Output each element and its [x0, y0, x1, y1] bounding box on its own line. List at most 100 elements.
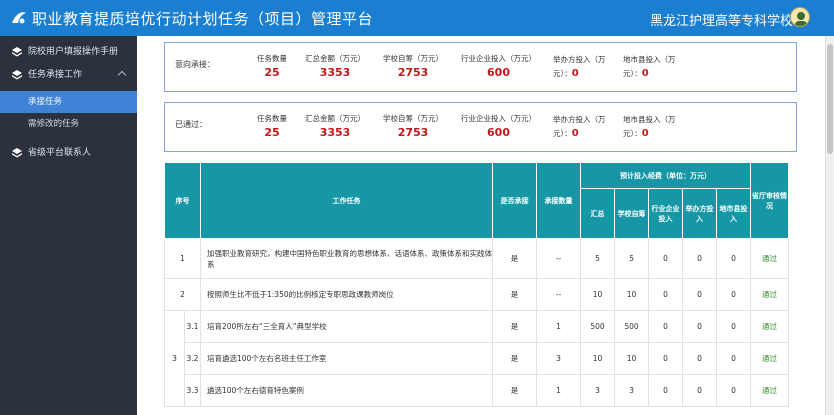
cell-local: 0	[716, 278, 751, 311]
cell-no: 2	[164, 278, 201, 311]
cell-local: 0	[716, 342, 751, 375]
cell-industry: 0	[648, 374, 683, 407]
cell-school: 10	[614, 278, 649, 311]
stat-local: 地市县投入（万元）：0	[623, 115, 676, 139]
cell-industry: 0	[648, 238, 683, 279]
cell-total: 10	[580, 342, 615, 375]
cell-task: 遴选100个左右德育特色案例	[200, 374, 493, 407]
cell-review: 通过	[750, 374, 789, 407]
cell-task: 加强职业教育研究，构建中国特色职业教育的思想体系、话语体系、政策体系和实践体系	[200, 238, 493, 279]
scrollbar[interactable]	[825, 36, 834, 415]
cell-accept: 是	[492, 278, 537, 311]
sidebar-item-manual[interactable]: 院校用户填报操作手册	[0, 40, 137, 64]
cell-review: 通过	[750, 342, 789, 375]
cell-review: 通过	[750, 278, 789, 311]
col-header-no: 序号	[164, 162, 201, 239]
stat-industry: 行业企业投入（万元） 600	[461, 54, 536, 79]
layers-icon	[12, 47, 22, 57]
sidebar-item-contact[interactable]: 省级平台联系人	[0, 141, 137, 165]
cell-subno: 3.1	[184, 310, 201, 343]
col-header-count: 承接数量	[536, 162, 581, 239]
sidebar-subitem-label: 承接任务	[28, 97, 63, 107]
cell-accept: 是	[492, 342, 537, 375]
col-header-budget: 预计投入经费（单位：万元）	[580, 162, 751, 189]
layers-icon	[12, 148, 22, 158]
cell-sponsor: 0	[682, 278, 717, 311]
cell-industry: 0	[648, 342, 683, 375]
cell-school: 5	[614, 238, 649, 279]
cell-no: 3	[164, 310, 185, 407]
task-table: 序号 工作任务 是否承接 承接数量 预计投入经费（单位：万元） 省厅审核情况 汇…	[164, 162, 789, 407]
cell-local: 0	[716, 238, 751, 279]
summary-passed: 已通过： 任务数量 25 汇总金额（万元） 3353 学校自筹（万元） 2753 行业…	[164, 102, 797, 152]
stat-industry: 行业企业投入（万元） 600	[461, 114, 536, 139]
stat-school: 学校自筹（万元） 2753	[383, 114, 443, 139]
sidebar-subitem-label: 需修改的任务	[28, 119, 80, 129]
cell-school: 500	[614, 310, 649, 343]
sidebar-item-label: 院校用户填报操作手册	[28, 47, 119, 57]
table-row: 3.3 遴选100个左右德育特色案例 是 1 3 3 0 0 0 通过	[165, 374, 789, 407]
col-header-review: 省厅审核情况	[750, 162, 789, 239]
stat-total: 汇总金额（万元） 3353	[305, 114, 365, 139]
stat-sponsor: 举办方投入（万元）：0	[553, 115, 606, 139]
sidebar-item-tasks[interactable]: 任务承接工作	[0, 63, 137, 87]
cell-count: --	[536, 278, 581, 311]
cell-accept: 是	[492, 374, 537, 407]
cell-accept: 是	[492, 238, 537, 279]
col-header-school: 学校自筹	[614, 188, 649, 239]
summary-label: 已通过：	[175, 120, 207, 129]
col-header-industry: 行业企业投入	[648, 188, 683, 239]
cell-total: 3	[580, 374, 615, 407]
sidebar-subitem-revise-task[interactable]: 需修改的任务	[0, 113, 137, 135]
cell-sponsor: 0	[682, 374, 717, 407]
cell-industry: 0	[648, 278, 683, 311]
cell-task: 按照师生比不低于1:350的比例核定专职思政课教师岗位	[200, 278, 493, 311]
cell-local: 0	[716, 374, 751, 407]
cell-local: 0	[716, 310, 751, 343]
cell-task: 培育200所左右“三全育人”典型学校	[200, 310, 493, 343]
user-avatar-icon	[795, 12, 807, 26]
cell-count: 3	[536, 342, 581, 375]
main-content: 意向承接： 任务数量 25 汇总金额（万元） 3353 学校自筹（万元） 2753 行…	[137, 36, 825, 415]
stat-local: 地市县投入（万元）：0	[623, 55, 676, 79]
chevron-up-icon	[117, 70, 127, 80]
sidebar: 院校用户填报操作手册 任务承接工作 承接任务 需修改的任务 省级平台联系人	[0, 36, 137, 415]
cell-no: 1	[164, 238, 201, 279]
table-row: 3.2 培育遴选100个左右名班主任工作室 是 3 10 10 0 0 0 通过	[165, 342, 789, 375]
sidebar-subitem-accept-task[interactable]: 承接任务	[0, 91, 137, 113]
cell-school: 10	[614, 342, 649, 375]
cell-sponsor: 0	[682, 238, 717, 279]
cell-review: 通过	[750, 238, 789, 279]
stat-total: 汇总金额（万元） 3353	[305, 54, 365, 79]
col-header-local: 地市县投入	[716, 188, 751, 239]
stat-school: 学校自筹（万元） 2753	[383, 54, 443, 79]
col-header-accept: 是否承接	[492, 162, 537, 239]
top-bar: 职业教育提质培优行动计划任务（项目）管理平台 黑龙江护理高等专科学校	[0, 0, 834, 36]
cell-industry: 0	[648, 310, 683, 343]
col-header-sponsor: 举办方投入	[682, 188, 717, 239]
cell-subno: 3.2	[184, 342, 201, 375]
sidebar-item-label: 省级平台联系人	[28, 148, 92, 158]
cell-sponsor: 0	[682, 310, 717, 343]
sidebar-item-label: 任务承接工作	[28, 70, 83, 80]
stat-sponsor: 举办方投入（万元）：0	[553, 55, 606, 79]
cell-count: 1	[536, 310, 581, 343]
cell-total: 10	[580, 278, 615, 311]
cell-total: 5	[580, 238, 615, 279]
avatar[interactable]	[790, 7, 810, 27]
stat-task-count: 任务数量 25	[257, 54, 287, 79]
cell-review: 通过	[750, 310, 789, 343]
school-name: 黑龙江护理高等专科学校	[650, 14, 794, 29]
scrollbar-thumb[interactable]	[827, 44, 833, 154]
cell-sponsor: 0	[682, 342, 717, 375]
cell-count: --	[536, 238, 581, 279]
cell-total: 500	[580, 310, 615, 343]
cell-task: 培育遴选100个左右名班主任工作室	[200, 342, 493, 375]
table-row: 2 按照师生比不低于1:350的比例核定专职思政课教师岗位 是 -- 10 10…	[164, 278, 789, 311]
col-header-total: 汇总	[580, 188, 615, 239]
table-row: 1 加强职业教育研究，构建中国特色职业教育的思想体系、话语体系、政策体系和实践体…	[164, 238, 789, 279]
app-title: 职业教育提质培优行动计划任务（项目）管理平台	[32, 10, 374, 28]
cell-school: 3	[614, 374, 649, 407]
col-header-task: 工作任务	[200, 162, 493, 239]
summary-label: 意向承接：	[175, 60, 215, 69]
